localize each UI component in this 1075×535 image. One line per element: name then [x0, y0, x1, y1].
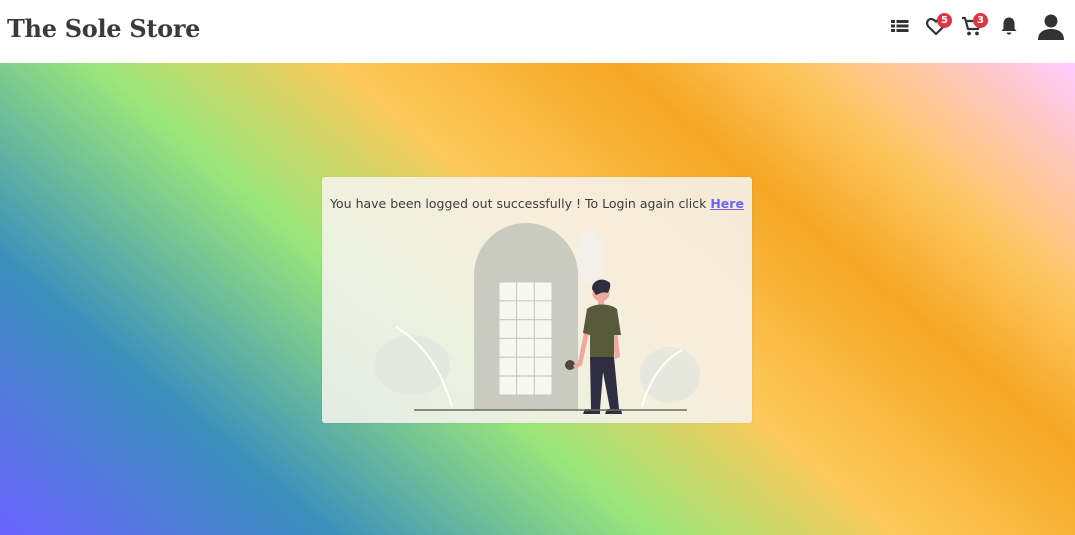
login-link[interactable]: Here	[710, 196, 744, 211]
top-navbar: The Sole Store 5 3	[0, 0, 1075, 62]
logout-message: You have been logged out successfully ! …	[330, 196, 744, 211]
account-button[interactable]	[1036, 12, 1066, 42]
wishlist-button[interactable]: 5	[924, 13, 952, 42]
cart-count-badge: 3	[973, 13, 988, 28]
hero-background: You have been logged out successfully ! …	[0, 63, 1075, 535]
logout-illustration	[374, 223, 700, 414]
bell-icon	[1001, 17, 1017, 35]
brand-title[interactable]: The Sole Store	[7, 14, 200, 43]
logout-card: You have been logged out successfully ! …	[322, 177, 752, 423]
user-icon	[1038, 14, 1064, 40]
list-icon[interactable]	[888, 14, 916, 42]
cart-button[interactable]: 3	[960, 13, 988, 42]
wishlist-count-badge: 5	[937, 13, 952, 28]
notifications-button[interactable]	[997, 14, 1025, 42]
